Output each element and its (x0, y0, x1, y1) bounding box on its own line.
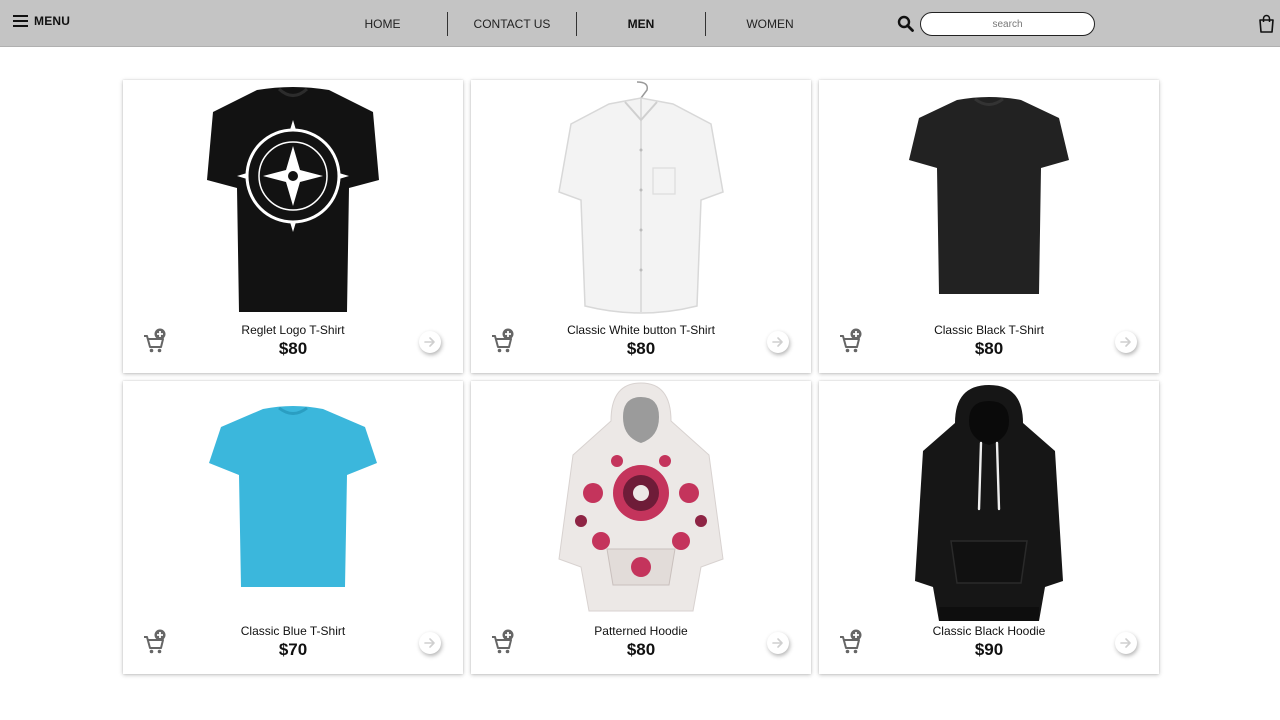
arrow-right-icon (1120, 337, 1131, 347)
search-icon[interactable] (897, 15, 914, 32)
search-input[interactable] (920, 12, 1095, 36)
top-navbar: MENU HOME CONTACT US MEN WOMEN (0, 0, 1280, 47)
product-price: $80 (626, 339, 656, 358)
product-image-patterned-hoodie (558, 382, 724, 612)
add-to-cart-icon[interactable] (143, 328, 167, 354)
product-name: Classic White button T-Shirt (567, 323, 715, 337)
main-nav: HOME CONTACT US MEN WOMEN (318, 12, 834, 36)
product-name: Classic Black Hoodie (932, 624, 1046, 638)
view-details-button[interactable] (419, 632, 441, 654)
arrow-right-icon (424, 337, 435, 347)
nav-home[interactable]: HOME (318, 12, 447, 36)
product-price: $80 (626, 640, 656, 659)
arrow-right-icon (772, 337, 783, 347)
add-to-cart-icon[interactable] (143, 629, 167, 655)
arrow-right-icon (1120, 638, 1131, 648)
add-to-cart-icon[interactable] (839, 328, 863, 354)
view-details-button[interactable] (1115, 632, 1137, 654)
view-details-button[interactable] (767, 632, 789, 654)
product-price: $80 (974, 339, 1004, 358)
product-image-blue-tshirt (209, 406, 377, 587)
product-image-black-logo-tshirt (207, 87, 379, 312)
add-to-cart-icon[interactable] (491, 328, 515, 354)
product-image-black-hoodie (915, 385, 1063, 621)
arrow-right-icon (772, 638, 783, 648)
product-card[interactable]: Classic White button T-Shirt $80 (471, 80, 811, 373)
product-name: Patterned Hoodie (594, 624, 688, 638)
add-to-cart-icon[interactable] (839, 629, 863, 655)
nav-women[interactable]: WOMEN (705, 12, 834, 36)
product-price: $80 (278, 339, 308, 358)
menu-button[interactable]: MENU (13, 14, 70, 28)
product-price: $90 (974, 640, 1004, 659)
product-card[interactable]: Classic Black Hoodie $90 (819, 381, 1159, 674)
add-to-cart-icon[interactable] (491, 629, 515, 655)
shopping-bag-icon[interactable] (1258, 14, 1275, 33)
arrow-right-icon (424, 638, 435, 648)
product-card[interactable]: Classic Blue T-Shirt $70 (123, 381, 463, 674)
product-card[interactable]: Patterned Hoodie $80 (471, 381, 811, 674)
product-price: $70 (278, 640, 308, 659)
menu-label: MENU (34, 14, 71, 28)
product-name: Classic Black T-Shirt (934, 323, 1044, 337)
product-name: Classic Blue T-Shirt (240, 624, 346, 638)
hamburger-icon (13, 14, 28, 28)
product-image-black-tshirt (909, 97, 1069, 294)
view-details-button[interactable] (767, 331, 789, 353)
nav-contact-us[interactable]: CONTACT US (447, 12, 576, 36)
product-card[interactable]: Classic Black T-Shirt $80 (819, 80, 1159, 373)
view-details-button[interactable] (419, 331, 441, 353)
product-card[interactable]: Reglet Logo T-Shirt $80 (123, 80, 463, 373)
view-details-button[interactable] (1115, 331, 1137, 353)
product-name: Reglet Logo T-Shirt (241, 323, 345, 337)
nav-men[interactable]: MEN (576, 12, 705, 36)
product-image-white-button-shirt (558, 81, 724, 314)
